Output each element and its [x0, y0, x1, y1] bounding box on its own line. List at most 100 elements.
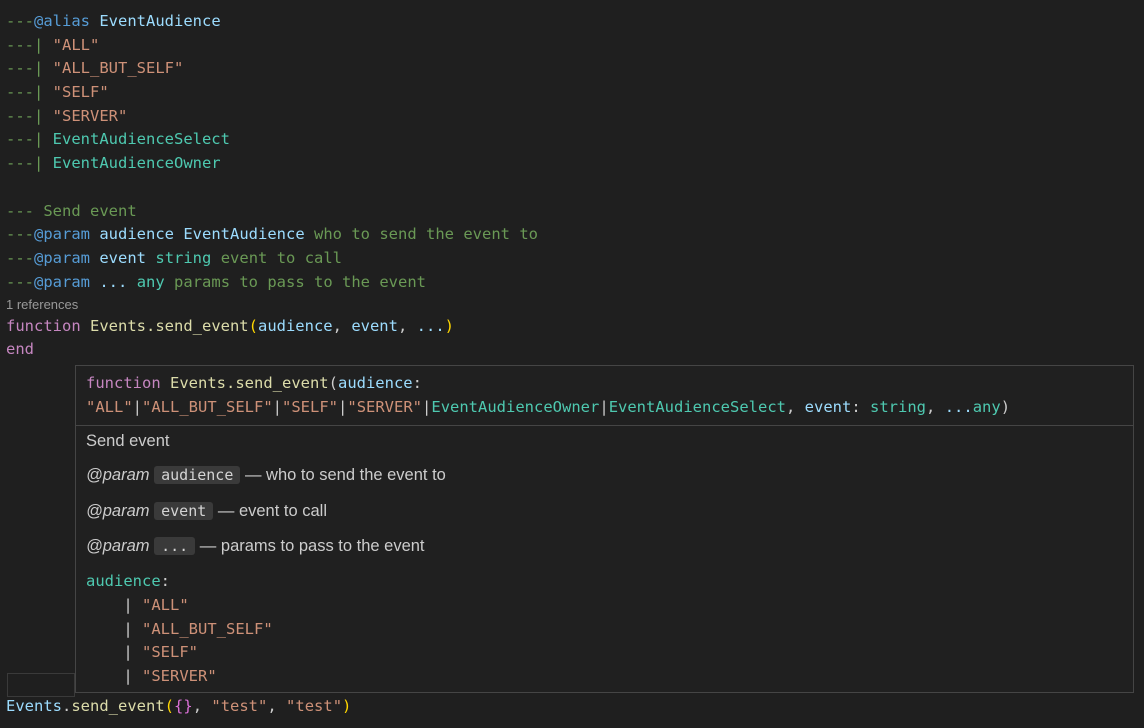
sig-union-member: "SERVER": [347, 398, 423, 416]
call-module[interactable]: Events: [6, 697, 62, 715]
dash: —: [213, 502, 239, 520]
param-name: ...: [99, 273, 128, 291]
sig-colon: :: [412, 374, 422, 392]
union-member: "SELF": [52, 83, 109, 101]
union-line: ---| "SERVER": [6, 105, 127, 128]
union-prefix: ---|: [6, 59, 44, 77]
param-chip: ...: [154, 537, 196, 555]
union-member: EventAudienceSelect: [52, 130, 230, 148]
code-lens-references[interactable]: 1 references: [6, 297, 78, 312]
sig-param: event: [804, 398, 852, 416]
call-function-name[interactable]: send_event: [71, 697, 164, 715]
union-member: "SERVER": [52, 107, 128, 125]
comma: ,: [192, 697, 212, 715]
union-member: "ALL": [52, 36, 100, 54]
param-chip: event: [154, 502, 214, 520]
union-prefix: ---|: [6, 154, 44, 172]
enum-value: "SERVER": [142, 667, 217, 685]
hover-param-entry: @param audience — who to send the event …: [86, 466, 446, 485]
hover-description: Send event: [86, 432, 170, 450]
union-line: ---| EventAudienceOwner: [6, 152, 221, 175]
sig-pipe: |: [599, 398, 609, 416]
dash: —: [195, 537, 221, 555]
sig-comma: ,: [926, 398, 945, 416]
enum-header: audience:: [86, 569, 170, 593]
alias-tag: @alias: [34, 12, 90, 30]
param-label: @param: [86, 502, 150, 520]
param-desc: event to call: [238, 502, 328, 520]
enum-pipe: |: [123, 667, 133, 685]
param-type: any: [136, 273, 165, 291]
dash: —: [240, 466, 267, 484]
hover-param-entry: @param event — event to call: [86, 502, 327, 521]
sig-keyword: function: [86, 374, 161, 392]
param-name: event: [99, 249, 147, 267]
param-desc: who to send the event to: [314, 225, 538, 243]
union-prefix: ---|: [6, 130, 44, 148]
table-literal[interactable]: {}: [174, 697, 193, 715]
union-prefix: ---|: [6, 83, 44, 101]
union-prefix: ---|: [6, 107, 44, 125]
sig-pipe: |: [272, 398, 283, 416]
enum-colon: :: [160, 572, 170, 590]
param-line: ---@param audience EventAudience who to …: [6, 223, 538, 246]
sig-param: audience: [337, 374, 413, 392]
param-tag: @param: [34, 225, 90, 243]
function-declaration: function Events.send_event(audience, eve…: [6, 315, 454, 338]
comma: ,: [397, 317, 417, 335]
sig-union-member: EventAudienceOwner: [431, 398, 600, 416]
union-line: ---| "ALL_BUT_SELF": [6, 57, 183, 80]
param-label: @param: [86, 537, 150, 555]
ghost-rect: [7, 673, 75, 697]
dot: .: [62, 697, 72, 715]
sig-union-member: "ALL": [86, 398, 133, 416]
enum-value-line: | "SERVER": [86, 664, 217, 688]
sig-paren: (: [328, 374, 338, 392]
enum-name: audience: [86, 572, 161, 590]
sig-colon: :: [851, 398, 871, 416]
enum-pipe: |: [123, 643, 133, 661]
description-comment: --- Send event: [6, 202, 137, 220]
hover-popup[interactable]: function Events.send_event(audience: "AL…: [75, 365, 1134, 693]
param-desc: params to pass to the event: [174, 273, 426, 291]
enum-pipe: |: [123, 620, 133, 638]
comma: ,: [267, 697, 287, 715]
sig-union-member: "ALL_BUT_SELF": [142, 398, 273, 416]
param-chip: audience: [154, 466, 241, 484]
param-label: @param: [86, 466, 150, 484]
string-arg[interactable]: "test": [286, 697, 342, 715]
union-prefix: ---|: [6, 36, 44, 54]
union-line: ---| "ALL": [6, 34, 99, 57]
param-desc: who to send the event to: [266, 466, 446, 484]
comma: ,: [332, 317, 352, 335]
comment-prefix: ---: [6, 249, 34, 267]
union-line: ---| EventAudienceSelect: [6, 128, 230, 151]
function-name[interactable]: Events.send_event: [90, 317, 249, 335]
paren-open: (: [248, 317, 258, 335]
enum-value-line: | "SELF": [86, 640, 198, 664]
comment-prefix: ---: [6, 12, 34, 30]
enum-value: "SELF": [142, 643, 199, 661]
sig-type: any: [972, 398, 1001, 416]
fn-param: event: [351, 317, 398, 335]
param-type: EventAudience: [183, 225, 305, 243]
call-line: Events.send_event({}, "test", "test"): [6, 695, 351, 718]
sig-pipe: |: [422, 398, 432, 416]
paren-close: ): [444, 317, 454, 335]
union-member: "ALL_BUT_SELF": [52, 59, 184, 77]
hover-signature: function Events.send_event(audience: "AL…: [76, 366, 1133, 426]
fn-param: audience: [257, 317, 333, 335]
sig-function-name: Events.send_event: [170, 374, 329, 392]
alias-line: ---@alias EventAudience: [6, 10, 221, 33]
fn-param: ...: [416, 317, 445, 335]
paren-close: ): [342, 697, 352, 715]
sig-comma: ,: [786, 398, 805, 416]
sig-pipe: |: [338, 398, 348, 416]
enum-pipe: |: [123, 596, 133, 614]
union-line: ---| "SELF": [6, 81, 109, 104]
enum-value: "ALL_BUT_SELF": [142, 620, 273, 638]
string-arg[interactable]: "test": [211, 697, 267, 715]
union-member: EventAudienceOwner: [52, 154, 221, 172]
comment-prefix: ---: [6, 225, 34, 243]
enum-value-line: | "ALL_BUT_SELF": [86, 617, 273, 641]
